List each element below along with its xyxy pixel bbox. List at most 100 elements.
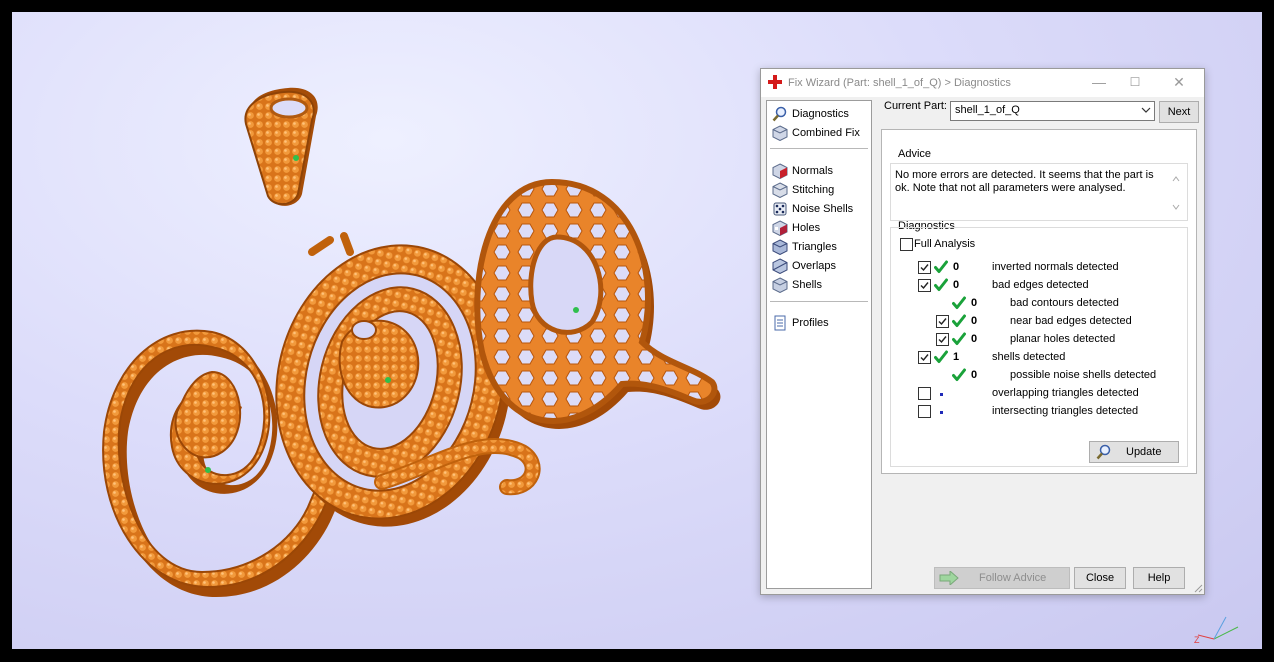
pendant-bail — [244, 87, 318, 206]
green-check-icon — [934, 350, 948, 363]
red-cross-icon — [768, 75, 782, 89]
maximize-button[interactable]: ☐ — [1120, 72, 1150, 92]
diagnostic-checkbox[interactable] — [936, 333, 949, 346]
update-button[interactable]: Update — [1089, 441, 1179, 463]
diagnostic-checkbox[interactable] — [918, 279, 931, 292]
advice-textbox[interactable]: No more errors are detected. It seems th… — [890, 163, 1188, 221]
wizard-navigation: Diagnostics Combined Fix Normals Stitchi… — [766, 100, 872, 589]
nav-label: Normals — [792, 165, 833, 177]
nav-label: Noise Shells — [792, 203, 854, 215]
nav-divider — [770, 148, 868, 149]
shells-cube-icon — [772, 277, 788, 293]
update-label: Update — [1126, 446, 1162, 458]
nav-divider — [770, 301, 868, 302]
fix-wizard-dialog[interactable]: Fix Wizard (Part: shell_1_of_Q) > Diagno… — [760, 68, 1205, 595]
nav-item-holes[interactable]: Holes — [772, 219, 820, 237]
nav-item-overlaps[interactable]: Overlaps — [772, 257, 836, 275]
help-button[interactable]: Help — [1133, 567, 1185, 589]
nav-item-combined-fix[interactable]: Combined Fix — [772, 124, 860, 142]
nav-item-profiles[interactable]: Profiles — [772, 314, 829, 332]
full-analysis-checkbox[interactable] — [900, 238, 913, 251]
dice-icon — [773, 202, 787, 216]
magnifier-icon — [1096, 444, 1111, 460]
advice-text: No more errors are detected. It seems th… — [895, 169, 1154, 194]
checkmark-icon — [938, 336, 947, 344]
document-icon — [774, 315, 786, 331]
diagnostic-label: planar holes detected — [1010, 333, 1116, 345]
close-button[interactable]: Close — [1074, 567, 1126, 589]
diagnostic-checkbox[interactable] — [936, 315, 949, 328]
nav-item-noise-shells[interactable]: Noise Shells — [772, 200, 853, 218]
diagnostic-label: shells detected — [992, 351, 1066, 363]
current-part-value: shell_1_of_Q — [955, 104, 1020, 116]
minimize-button[interactable]: — — [1084, 72, 1114, 92]
diagnostic-count: 0 — [971, 369, 978, 381]
nav-label: Combined Fix — [792, 127, 860, 139]
diagnostic-label: overlapping triangles detected — [992, 387, 1139, 399]
scroll-down-icon[interactable] — [1172, 204, 1180, 210]
nav-item-normals[interactable]: Normals — [772, 162, 833, 180]
title-bar[interactable]: Fix Wizard (Part: shell_1_of_Q) > Diagno… — [761, 69, 1204, 97]
green-check-icon — [934, 260, 948, 273]
pivot-point — [293, 155, 299, 161]
diagnostic-label: bad edges detected — [992, 279, 1089, 291]
diagnostic-count: 0 — [953, 279, 960, 291]
nav-label: Diagnostics — [792, 108, 849, 120]
status-dot — [940, 393, 943, 396]
normals-cube-icon — [772, 163, 788, 179]
nav-label: Holes — [792, 222, 821, 234]
diagnostic-label: possible noise shells detected — [1010, 369, 1157, 381]
diagnostic-count: 0 — [971, 315, 978, 327]
diagnostic-label: near bad edges detected — [1010, 315, 1132, 327]
advice-title: Advice — [898, 148, 932, 160]
checkmark-icon — [920, 282, 929, 290]
full-analysis-label: Full Analysis — [914, 238, 976, 250]
nav-label: Overlaps — [792, 260, 837, 272]
diagnostic-count: 0 — [971, 297, 978, 309]
close-window-button[interactable]: ✕ — [1164, 72, 1194, 92]
stitching-cube-icon — [772, 182, 788, 198]
diagnostic-label: inverted normals detected — [992, 261, 1119, 273]
diagnostic-label: intersecting triangles detected — [992, 405, 1139, 417]
status-dot — [940, 411, 943, 414]
magnifier-icon — [772, 106, 787, 122]
diagnostic-checkbox[interactable] — [918, 351, 931, 364]
axis-triad: Z — [1194, 616, 1239, 643]
current-part-label: Current Part: — [884, 100, 947, 112]
nav-label: Stitching — [792, 184, 835, 196]
follow-advice-label: Follow Advice — [979, 572, 1047, 584]
green-check-icon — [934, 278, 948, 291]
nav-item-diagnostics[interactable]: Diagnostics — [772, 105, 849, 123]
checkmark-icon — [938, 318, 947, 326]
chevron-down-icon — [1141, 107, 1151, 113]
checkmark-icon — [920, 264, 929, 272]
diagnostic-count: 0 — [971, 333, 978, 345]
resize-grip-icon[interactable] — [1193, 583, 1203, 593]
scroll-up-icon[interactable] — [1172, 176, 1180, 182]
diagnostic-checkbox[interactable] — [918, 387, 931, 400]
nav-label: Triangles — [792, 241, 837, 253]
cube-icon — [772, 125, 788, 141]
diagnostic-checkbox[interactable] — [918, 405, 931, 418]
window-title: Fix Wizard (Part: shell_1_of_Q) > Diagno… — [788, 77, 1011, 89]
next-button[interactable]: Next — [1159, 101, 1199, 123]
diagnostic-count: 1 — [953, 351, 960, 363]
nav-item-triangles[interactable]: Triangles — [772, 238, 837, 256]
nav-label: Profiles — [792, 317, 829, 329]
current-part-dropdown[interactable]: shell_1_of_Q — [950, 101, 1155, 121]
follow-advice-button[interactable]: Follow Advice — [934, 567, 1070, 589]
diagnostic-count: 0 — [953, 261, 960, 273]
diagnostic-label: bad contours detected — [1010, 297, 1119, 309]
diagnostics-panel: Advice No more errors are detected. It s… — [881, 129, 1197, 474]
green-check-icon — [952, 332, 966, 345]
green-check-icon — [952, 314, 966, 327]
letter-q-right — [474, 178, 721, 429]
checkmark-icon — [920, 354, 929, 362]
green-check-icon — [952, 296, 966, 309]
nav-item-stitching[interactable]: Stitching — [772, 181, 834, 199]
overlaps-cube-icon — [772, 258, 788, 274]
holes-cube-icon — [772, 220, 788, 236]
nav-item-shells[interactable]: Shells — [772, 276, 822, 294]
diagnostic-checkbox[interactable] — [918, 261, 931, 274]
green-check-icon — [952, 368, 966, 381]
